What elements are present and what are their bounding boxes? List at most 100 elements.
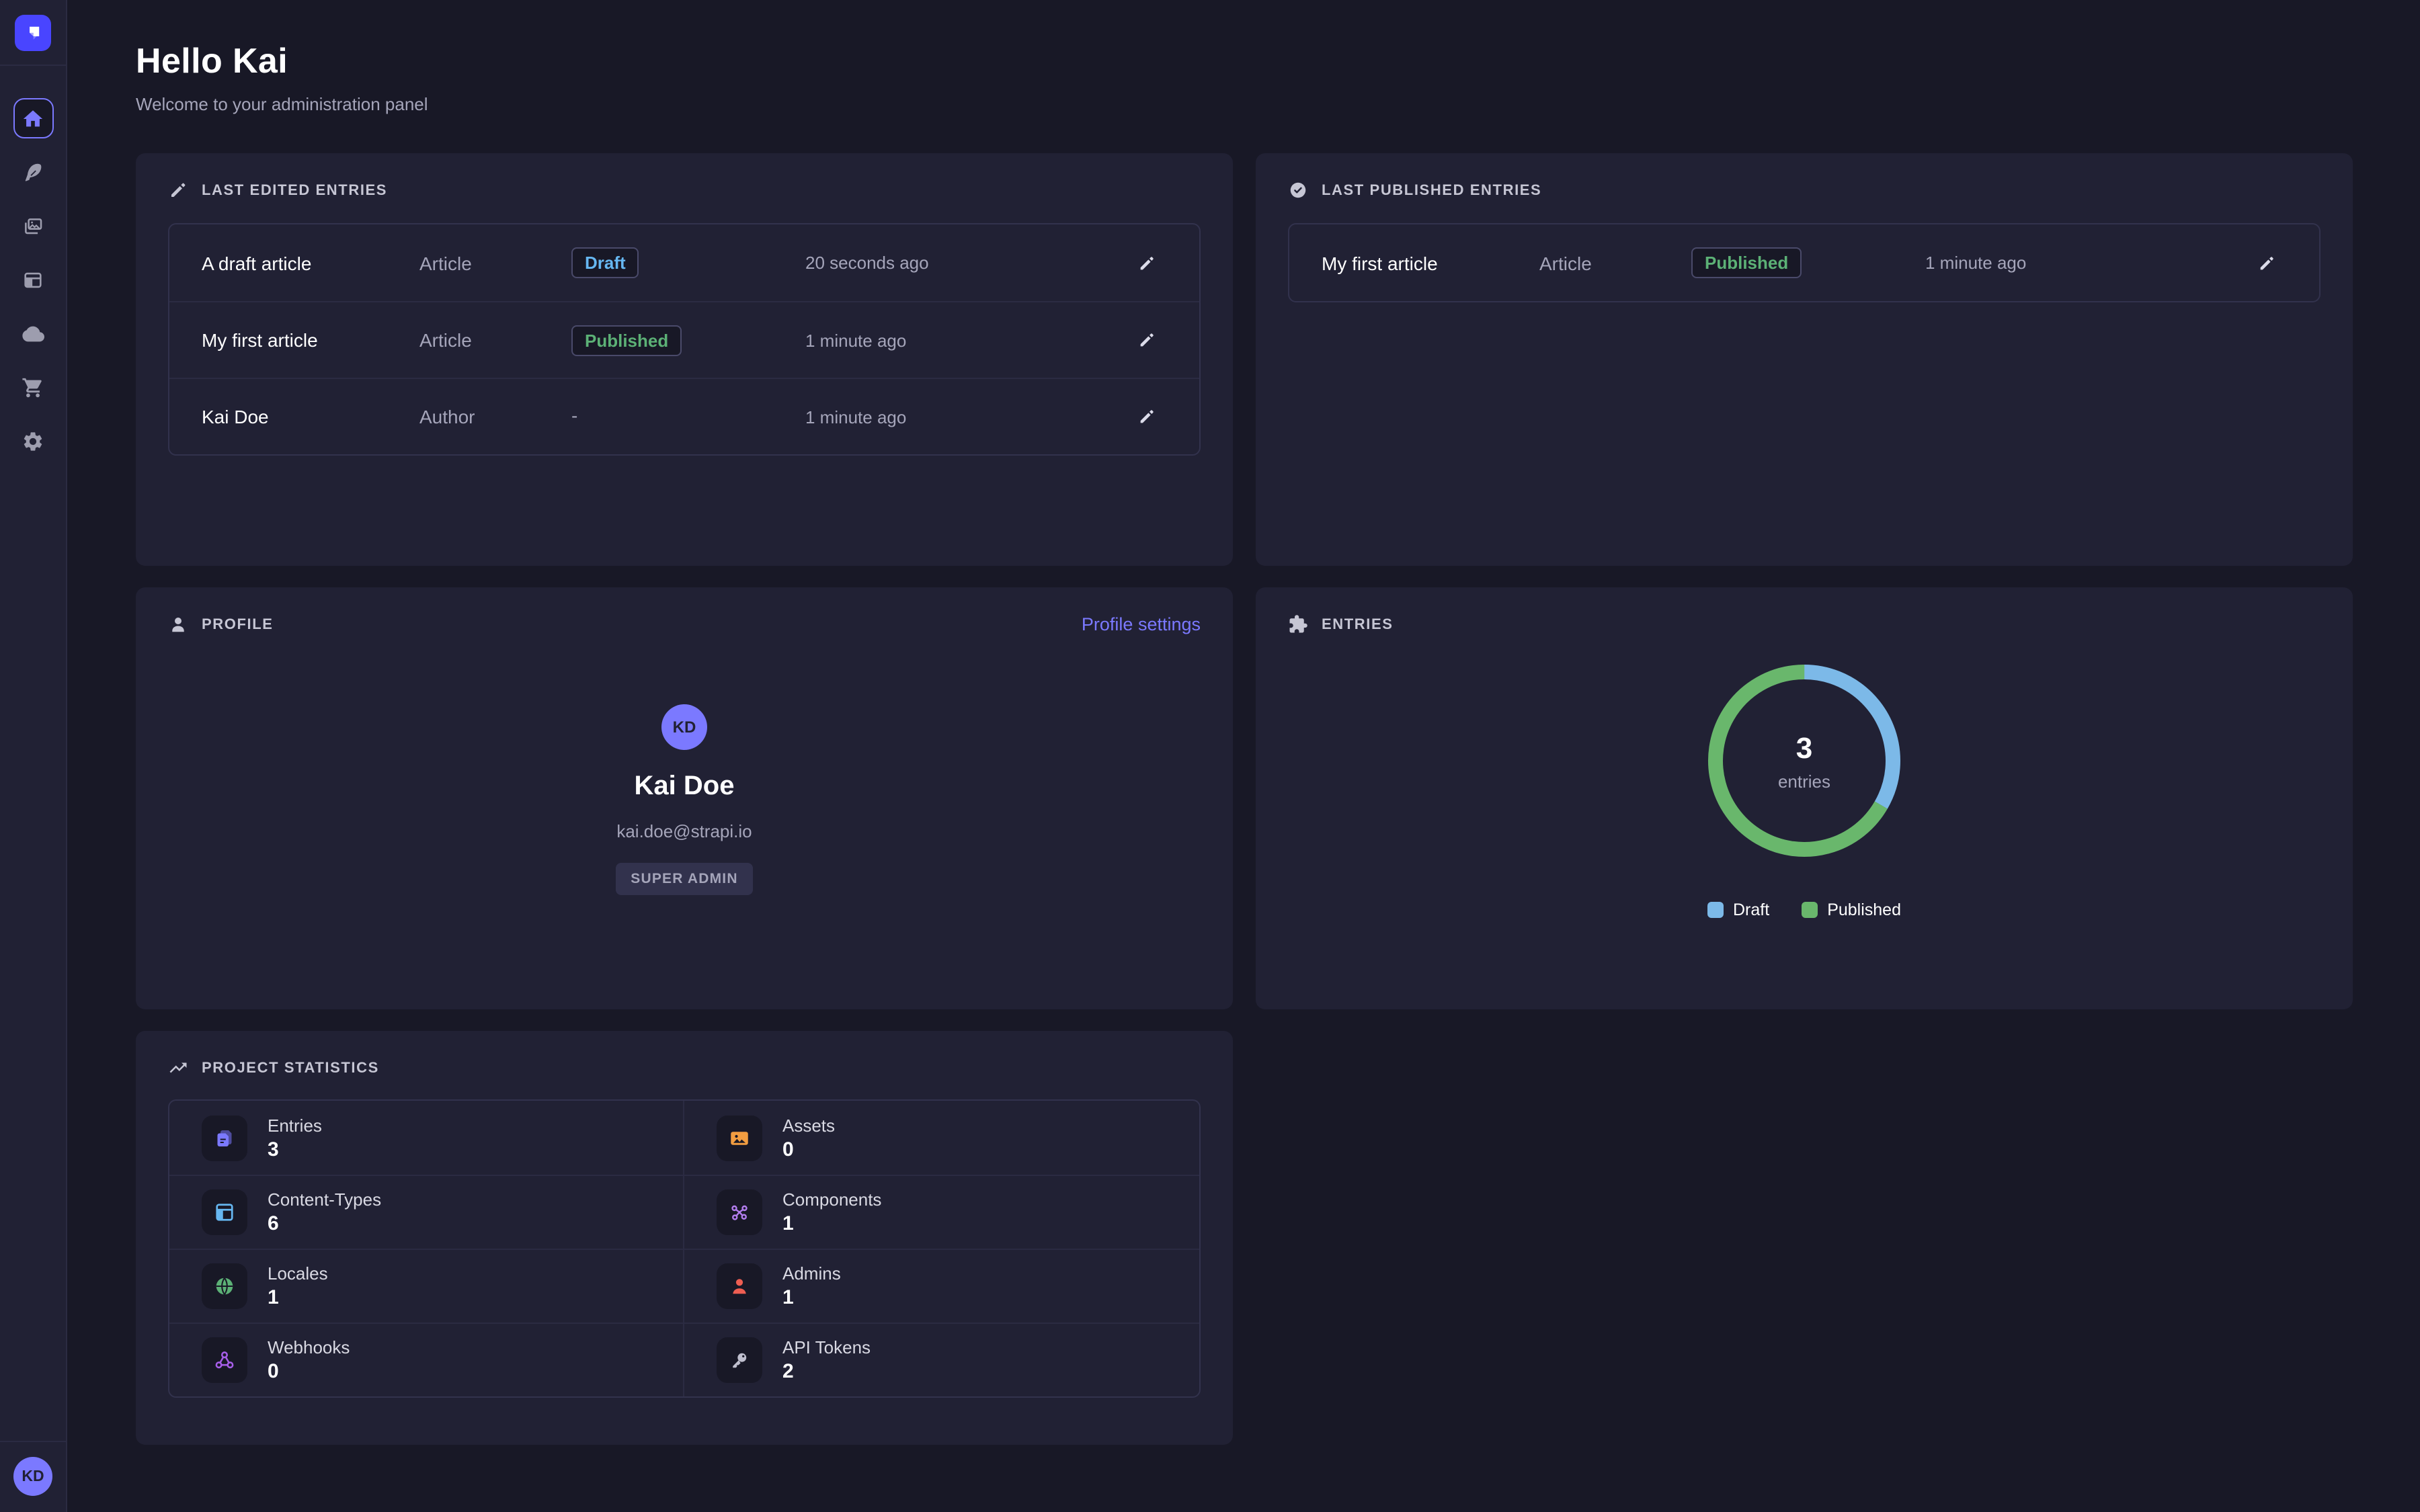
stat-value: 1 <box>268 1286 328 1309</box>
legend-item-published: Published <box>1802 900 1901 919</box>
sidebar-item-settings[interactable] <box>13 421 53 461</box>
entry-status: Published <box>571 325 805 355</box>
entries-stat-icon <box>202 1115 247 1161</box>
empty-grid-cell <box>1256 1031 2353 1445</box>
stat-label: API Tokens <box>782 1337 871 1357</box>
table-row[interactable]: Kai Doe Author - 1 minute ago <box>169 378 1199 454</box>
entry-name: A draft article <box>202 252 419 274</box>
entry-name: Kai Doe <box>202 406 419 427</box>
entries-chart: 3 entries Draft Published <box>1288 653 2321 919</box>
sidebar-item-content-manager[interactable] <box>13 152 53 192</box>
key-icon <box>727 1348 752 1372</box>
project-statistics-header: PROJECT STATISTICS <box>168 1058 1201 1078</box>
table-row[interactable]: My first article Article Published 1 min… <box>1289 224 2319 301</box>
entry-name: My first article <box>1322 252 1539 274</box>
entry-status: Published <box>1691 247 1925 278</box>
feather-icon <box>22 161 44 183</box>
sidebar: KD <box>0 0 67 1512</box>
stat-value: 6 <box>268 1212 381 1235</box>
strapi-logo[interactable] <box>15 15 51 51</box>
entry-time: 20 seconds ago <box>805 253 1121 273</box>
last-edited-header: LAST EDITED ENTRIES <box>168 180 1201 200</box>
stat-value: 3 <box>268 1138 322 1161</box>
sidebar-item-marketplace[interactable] <box>13 367 53 407</box>
content-types-stat-icon <box>202 1189 247 1235</box>
stat-label: Assets <box>782 1115 835 1135</box>
donut-center: 3 entries <box>1697 653 1912 868</box>
edit-entry-button[interactable] <box>1127 243 1167 283</box>
profile-body: KD Kai Doe kai.doe@strapi.io SUPER ADMIN <box>168 704 1201 895</box>
stat-value: 0 <box>782 1138 835 1161</box>
card-title: LAST EDITED ENTRIES <box>202 182 387 198</box>
stat-components: Components 1 <box>684 1175 1199 1249</box>
entries-header: ENTRIES <box>1288 614 2321 634</box>
profile-header: PROFILE Profile settings <box>168 614 1201 634</box>
strapi-admin-dashboard: KD Hello Kai Welcome to your administrat… <box>0 0 2420 1512</box>
profile-settings-link[interactable]: Profile settings <box>1082 614 1201 634</box>
card-title: LAST PUBLISHED ENTRIES <box>1322 182 1541 198</box>
layout-icon <box>212 1200 237 1224</box>
table-row[interactable]: My first article Article Published 1 min… <box>169 301 1199 378</box>
edit-entry-button[interactable] <box>2247 243 2287 283</box>
check-circle-icon <box>1288 180 1308 200</box>
table-row[interactable]: A draft article Article Draft 20 seconds… <box>169 224 1199 301</box>
puzzle-icon <box>1288 614 1308 634</box>
entry-type: Article <box>1539 252 1691 274</box>
role-badge: SUPER ADMIN <box>616 863 752 895</box>
documents-icon <box>212 1126 237 1150</box>
legend-label: Draft <box>1733 900 1769 919</box>
edit-entry-button[interactable] <box>1127 320 1167 360</box>
pencil-icon <box>1137 407 1156 426</box>
user-avatar[interactable]: KD <box>13 1457 52 1496</box>
components-stat-icon <box>717 1189 762 1235</box>
cart-icon <box>22 376 44 398</box>
profile-name: Kai Doe <box>635 771 735 802</box>
entry-type: Article <box>419 252 571 274</box>
legend-item-draft: Draft <box>1707 900 1769 919</box>
draft-swatch <box>1707 902 1724 918</box>
legend-label: Published <box>1827 900 1901 919</box>
stat-locales: Locales 1 <box>169 1249 684 1322</box>
last-published-header: LAST PUBLISHED ENTRIES <box>1288 180 2321 200</box>
admins-stat-icon <box>717 1263 762 1309</box>
last-edited-table: A draft article Article Draft 20 seconds… <box>168 223 1201 456</box>
stat-admins: Admins 1 <box>684 1249 1199 1322</box>
card-title: PROJECT STATISTICS <box>202 1060 379 1076</box>
strapi-logo-icon <box>22 22 44 44</box>
globe-icon <box>212 1274 237 1298</box>
sidebar-footer: KD <box>0 1441 66 1512</box>
page-subtitle: Welcome to your administration panel <box>136 94 2353 114</box>
status-badge: Published <box>1691 247 1802 278</box>
layout-icon <box>22 268 44 291</box>
sidebar-item-content-type-builder[interactable] <box>13 259 53 300</box>
assets-stat-icon <box>717 1115 762 1161</box>
status-badge: Published <box>571 325 682 355</box>
profile-avatar: KD <box>661 704 707 750</box>
sidebar-item-home[interactable] <box>13 98 53 138</box>
stat-label: Admins <box>782 1263 841 1284</box>
stat-value: 1 <box>782 1212 881 1235</box>
pencil-icon <box>1137 253 1156 272</box>
stat-label: Entries <box>268 1115 322 1135</box>
last-edited-entries-card: LAST EDITED ENTRIES A draft article Arti… <box>136 153 1233 566</box>
profile-card: PROFILE Profile settings KD Kai Doe kai.… <box>136 587 1233 1009</box>
stat-label: Components <box>782 1189 881 1210</box>
stat-label: Locales <box>268 1263 328 1284</box>
stat-value: 2 <box>782 1360 871 1383</box>
card-title: PROFILE <box>202 616 274 632</box>
edit-entry-button[interactable] <box>1127 396 1167 437</box>
sidebar-item-deploy[interactable] <box>13 313 53 353</box>
trending-up-icon <box>168 1058 188 1078</box>
last-published-table: My first article Article Published 1 min… <box>1288 223 2321 302</box>
stat-api-tokens: API Tokens 2 <box>684 1322 1199 1396</box>
stat-content-types: Content-Types 6 <box>169 1175 684 1249</box>
stat-value: 0 <box>268 1360 350 1383</box>
image-icon <box>727 1126 752 1150</box>
sidebar-item-media-library[interactable] <box>13 206 53 246</box>
pencil-icon <box>2257 253 2276 272</box>
profile-email: kai.doe@strapi.io <box>616 821 752 841</box>
stat-webhooks: Webhooks 0 <box>169 1322 684 1396</box>
molecule-icon <box>727 1200 752 1224</box>
donut-chart: 3 entries <box>1697 653 1912 868</box>
pencil-icon <box>1137 331 1156 349</box>
